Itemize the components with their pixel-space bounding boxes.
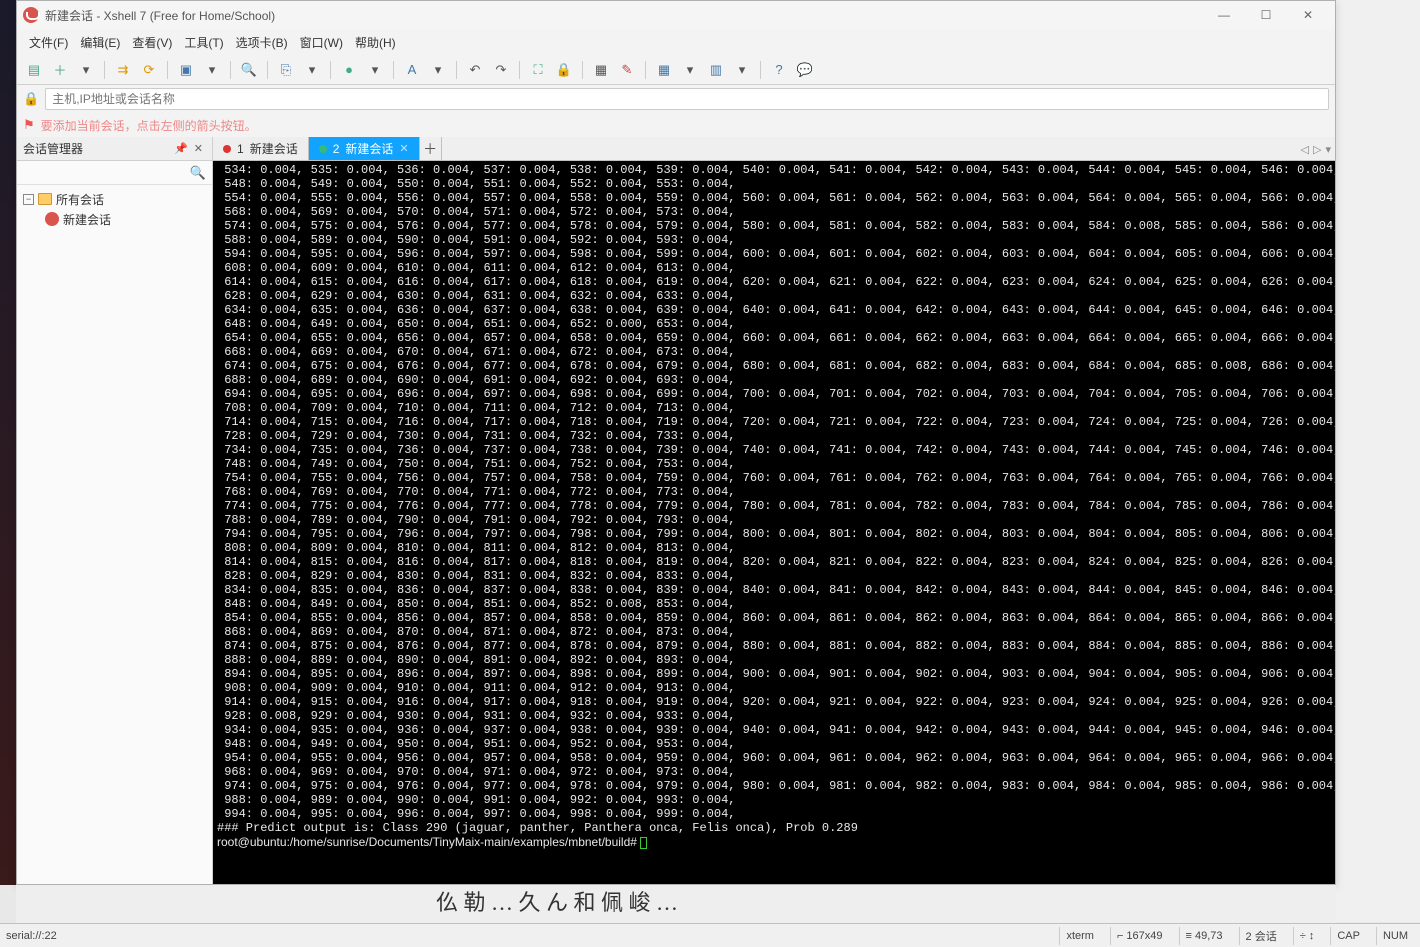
dropdown5-icon[interactable]: ▾ <box>427 59 449 81</box>
status-term-type: xterm <box>1059 927 1100 945</box>
address-bar: 🔒 <box>17 85 1335 113</box>
dropdown7-icon[interactable]: ▾ <box>731 59 753 81</box>
search-icon[interactable]: 🔍 <box>238 59 260 81</box>
new-tab-button[interactable]: ＋ <box>420 137 442 160</box>
globe-icon[interactable]: ● <box>338 59 360 81</box>
folder-icon <box>38 193 52 205</box>
collapse-icon[interactable]: − <box>23 194 34 205</box>
background-strip: 仫 勒 … 久 ん 和 佩 峻 … <box>16 885 1336 923</box>
link-icon[interactable]: ⇉ <box>112 59 134 81</box>
tab-status-icon <box>223 145 231 153</box>
xshell-window: 新建会话 - Xshell 7 (Free for Home/School) —… <box>16 0 1336 885</box>
maximize-button[interactable]: ☐ <box>1245 1 1287 29</box>
menubar: 文件(F) 编辑(E) 查看(V) 工具(T) 选项卡(B) 窗口(W) 帮助(… <box>17 29 1335 55</box>
session-icon <box>45 212 59 226</box>
layout-icon[interactable]: ▥ <box>705 59 727 81</box>
app-icon <box>23 7 39 23</box>
menu-tools[interactable]: 工具(T) <box>178 29 229 55</box>
status-bar: serial://:22 xterm ⌐ 167x49 ≡ 49,73 2 会话… <box>0 923 1420 947</box>
chat-icon[interactable]: 💬 <box>794 59 816 81</box>
tab-2[interactable]: 2 新建会话 ✕ <box>309 137 420 160</box>
tree-root[interactable]: − 所有会话 <box>19 189 210 209</box>
status-num: NUM <box>1376 927 1414 945</box>
dropdown4-icon[interactable]: ▾ <box>364 59 386 81</box>
help-icon[interactable]: ? <box>768 59 790 81</box>
sidebar-search-row: 🔍 <box>17 161 212 185</box>
forward-icon[interactable]: ↷ <box>490 59 512 81</box>
minimize-button[interactable]: — <box>1203 1 1245 29</box>
new-file-icon[interactable]: ▤ <box>23 59 45 81</box>
tip-text: 要添加当前会话，点击左侧的箭头按钮。 <box>41 117 257 134</box>
desktop-left-strip <box>0 0 16 885</box>
status-extra: ÷ ↕ <box>1293 927 1321 945</box>
sidebar: 会话管理器 📌 ✕ 🔍 − 所有会话 新建会话 <box>17 137 213 884</box>
status-connection: serial://:22 <box>6 930 57 942</box>
body: 会话管理器 📌 ✕ 🔍 − 所有会话 新建会话 <box>17 137 1335 884</box>
toolbar: ▤ ＋ ▾ ⇉ ⟳ ▣ ▾ 🔍 ⎘ ▾ ● ▾ A ▾ ↶ ↷ ⛶ 🔒 ▦ ✎ … <box>17 55 1335 85</box>
tree-session[interactable]: 新建会话 <box>19 209 210 229</box>
copy-icon[interactable]: ⎘ <box>275 59 297 81</box>
tab-next-icon[interactable]: ▷ <box>1313 143 1321 156</box>
tree-session-label: 新建会话 <box>63 211 111 228</box>
plus-icon[interactable]: ＋ <box>49 59 71 81</box>
grid-icon[interactable]: ▦ <box>653 59 675 81</box>
dropdown-icon[interactable]: ▾ <box>75 59 97 81</box>
font-icon[interactable]: A <box>401 59 423 81</box>
dropdown6-icon[interactable]: ▾ <box>679 59 701 81</box>
terminal-cursor <box>640 837 647 849</box>
tab-bar: 1 新建会话 2 新建会话 ✕ ＋ ◁ ▷ ▾ <box>213 137 1335 161</box>
main-area: 1 新建会话 2 新建会话 ✕ ＋ ◁ ▷ ▾ 534: 0.004, 535:… <box>213 137 1335 884</box>
address-input[interactable] <box>45 88 1329 110</box>
refresh-icon[interactable]: ⟳ <box>138 59 160 81</box>
tab-2-num: 2 <box>333 142 340 156</box>
menu-view[interactable]: 查看(V) <box>126 29 178 55</box>
menu-help[interactable]: 帮助(H) <box>349 29 402 55</box>
menu-edit[interactable]: 编辑(E) <box>74 29 126 55</box>
desktop-right-gap <box>1336 0 1420 922</box>
tab-1-num: 1 <box>237 142 244 156</box>
dropdown3-icon[interactable]: ▾ <box>301 59 323 81</box>
tab-menu-icon[interactable]: ▾ <box>1325 143 1331 156</box>
status-size: ⌐ 167x49 <box>1110 927 1169 945</box>
dropdown2-icon[interactable]: ▾ <box>201 59 223 81</box>
folder-icon[interactable]: ▣ <box>175 59 197 81</box>
menu-tabs[interactable]: 选项卡(B) <box>230 29 294 55</box>
tab-1-label: 新建会话 <box>250 140 298 157</box>
sidebar-header: 会话管理器 📌 ✕ <box>17 137 212 161</box>
tree-root-label: 所有会话 <box>56 191 104 208</box>
tab-2-label: 新建会话 <box>345 140 393 157</box>
status-sessions: 2 会话 <box>1239 927 1283 945</box>
sidebar-search-icon[interactable]: 🔍 <box>190 165 206 181</box>
close-button[interactable]: ✕ <box>1287 1 1329 29</box>
window-title: 新建会话 - Xshell 7 (Free for Home/School) <box>45 7 275 24</box>
expand-icon[interactable]: ⛶ <box>527 59 549 81</box>
tab-nav: ◁ ▷ ▾ <box>1301 137 1331 161</box>
status-position: ≡ 49,73 <box>1179 927 1229 945</box>
pin-icon[interactable]: 📌 <box>171 142 191 155</box>
tab-close-icon[interactable]: ✕ <box>399 142 408 155</box>
pencil-icon[interactable]: ✎ <box>616 59 638 81</box>
tab-prev-icon[interactable]: ◁ <box>1301 143 1309 156</box>
back-icon[interactable]: ↶ <box>464 59 486 81</box>
status-cap: CAP <box>1330 927 1366 945</box>
addr-lock-icon: 🔒 <box>23 91 39 107</box>
menu-file[interactable]: 文件(F) <box>23 29 74 55</box>
ruler-icon[interactable]: ▦ <box>590 59 612 81</box>
tip-bar: ⚑ 要添加当前会话，点击左侧的箭头按钮。 <box>17 113 1335 137</box>
sidebar-title: 会话管理器 <box>23 140 83 157</box>
flag-icon: ⚑ <box>23 117 35 133</box>
titlebar[interactable]: 新建会话 - Xshell 7 (Free for Home/School) —… <box>17 1 1335 29</box>
tab-status-icon <box>319 145 327 153</box>
lock-icon[interactable]: 🔒 <box>553 59 575 81</box>
terminal-output: 534: 0.004, 535: 0.004, 536: 0.004, 537:… <box>217 163 1331 850</box>
session-tree: − 所有会话 新建会话 <box>17 185 212 884</box>
terminal[interactable]: 534: 0.004, 535: 0.004, 536: 0.004, 537:… <box>213 161 1335 884</box>
sidebar-close-icon[interactable]: ✕ <box>191 142 206 155</box>
menu-window[interactable]: 窗口(W) <box>294 29 349 55</box>
tab-1[interactable]: 1 新建会话 <box>213 137 309 160</box>
